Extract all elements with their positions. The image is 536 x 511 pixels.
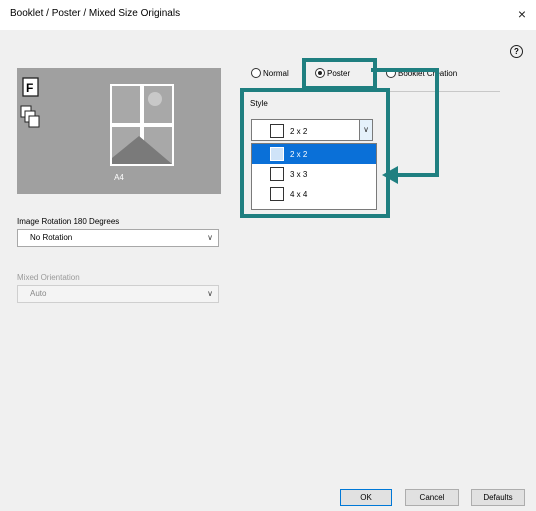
style-option-label: 2 x 2 — [290, 149, 308, 159]
original-doc-icon: F — [22, 77, 39, 97]
style-option-label: 3 x 3 — [290, 169, 308, 179]
radio-circle — [251, 68, 261, 78]
radio-normal[interactable]: Normal — [251, 68, 289, 78]
rotation-label: Image Rotation 180 Degrees — [17, 217, 120, 226]
style-option-label: 4 x 4 — [290, 189, 308, 199]
svg-text:F: F — [26, 81, 33, 95]
help-icon[interactable]: ? — [510, 45, 523, 58]
rotation-value: No Rotation — [30, 233, 73, 242]
radio-circle — [386, 68, 396, 78]
style-option-2x2[interactable]: 2 x 2 — [252, 144, 376, 164]
defaults-button[interactable]: Defaults — [471, 489, 525, 506]
style-dropdown[interactable]: 2 x 2 ∨ — [251, 119, 373, 141]
page-stack-icon — [20, 105, 40, 128]
poster-4x4-icon — [270, 187, 284, 201]
radio-booklet[interactable]: Booklet Creation — [386, 68, 457, 78]
mixed-orientation-value: Auto — [30, 289, 47, 298]
poster-2x2-icon — [270, 147, 284, 161]
ok-button[interactable]: OK — [340, 489, 392, 506]
style-label: Style — [250, 99, 268, 108]
chevron-down-icon: ∨ — [207, 233, 213, 242]
cancel-button[interactable]: Cancel — [405, 489, 459, 506]
poster-preview: F A4 — [17, 68, 221, 194]
style-option-3x3[interactable]: 3 x 3 — [252, 164, 376, 184]
paper-size-caption: A4 — [114, 173, 124, 182]
window-title: Booklet / Poster / Mixed Size Originals — [10, 8, 181, 19]
rotation-dropdown[interactable]: No Rotation ∨ — [17, 229, 219, 247]
title-bar: Booklet / Poster / Mixed Size Originals … — [0, 0, 536, 30]
style-selected-value: 2 x 2 — [290, 126, 308, 136]
style-option-4x4[interactable]: 4 x 4 — [252, 184, 376, 204]
mixed-orientation-label: Mixed Orientation — [17, 273, 80, 282]
radio-normal-label: Normal — [263, 68, 289, 78]
close-icon[interactable]: × — [518, 6, 526, 22]
poster-3x3-icon — [270, 167, 284, 181]
poster-tile-icon — [270, 124, 284, 138]
chevron-down-icon[interactable]: ∨ — [359, 120, 372, 140]
poster-tiles — [110, 84, 174, 166]
callout-poster-highlight — [302, 58, 377, 90]
style-dropdown-list: 2 x 2 3 x 3 4 x 4 — [251, 143, 377, 210]
radio-booklet-label: Booklet Creation — [398, 68, 458, 78]
mixed-orientation-dropdown: Auto ∨ — [17, 285, 219, 303]
chevron-down-icon: ∨ — [207, 289, 213, 298]
